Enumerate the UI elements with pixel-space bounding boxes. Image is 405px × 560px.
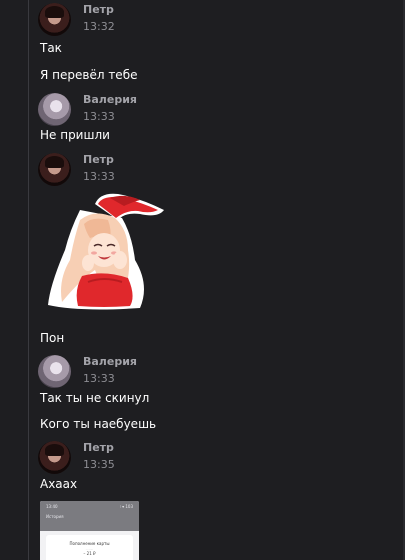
message-text: Так ты не скинул: [40, 391, 150, 405]
message-header: Петр 13:35: [38, 441, 115, 474]
message-header: Валерия 13:33: [38, 93, 137, 126]
shot-title: История: [46, 514, 64, 519]
message-text: Так: [40, 41, 62, 55]
message-time: 13:33: [83, 110, 115, 123]
message-header: Петр 13:32: [38, 3, 115, 36]
message-time: 13:33: [83, 170, 115, 183]
message-time: 13:33: [83, 372, 115, 385]
message-text: Ахаах: [40, 477, 78, 491]
avatar[interactable]: [38, 441, 71, 474]
avatar[interactable]: [38, 355, 71, 388]
avatar[interactable]: [38, 153, 71, 186]
avatar[interactable]: [38, 3, 71, 36]
sticker-image[interactable]: [40, 190, 165, 312]
message-time: 13:32: [83, 20, 115, 33]
author-name[interactable]: Петр: [83, 153, 115, 167]
message-text: Пон: [40, 331, 65, 345]
author-name[interactable]: Валерия: [83, 355, 137, 369]
shot-card: Пополнение карты ·· ····· – 21 ₽: [46, 535, 133, 560]
message-text: Не пришли: [40, 128, 110, 142]
message-time: 13:35: [83, 458, 115, 471]
message-header: Валерия 13:33: [38, 355, 137, 388]
shot-card-amount: – 21 ₽: [83, 551, 96, 556]
message-text: Кого ты наебуешь: [40, 417, 157, 431]
author-name[interactable]: Валерия: [83, 93, 137, 107]
thread-line: [28, 0, 29, 560]
chat-view: Петр 13:32 Так Я перевёл тебе Валерия 13…: [0, 0, 405, 560]
image-attachment[interactable]: 13:40 ⫶ ▾ 103 История Пополнение карты ·…: [40, 501, 139, 560]
avatar[interactable]: [38, 93, 71, 126]
shot-status-time: 13:40: [46, 504, 58, 509]
author-name[interactable]: Петр: [83, 441, 115, 455]
shot-status-icons: ⫶ ▾ 103: [119, 504, 133, 509]
author-name[interactable]: Петр: [83, 3, 115, 17]
shot-card-title: Пополнение карты: [69, 541, 110, 546]
message-header: Петр 13:33: [38, 153, 115, 186]
message-text: Я перевёл тебе: [40, 68, 138, 82]
